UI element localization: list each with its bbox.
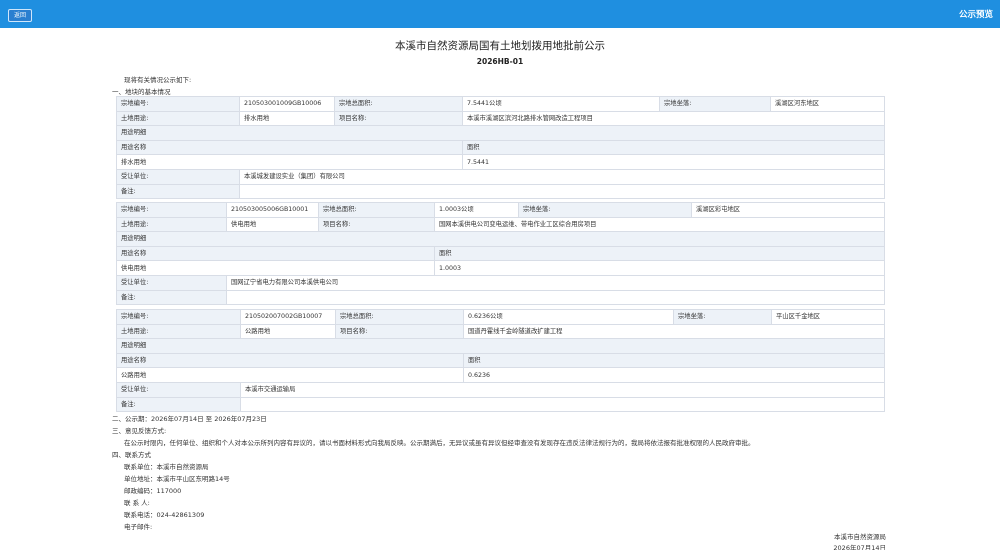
preview-title: 公示预览	[958, 10, 993, 20]
remark-label: 备注:	[116, 396, 241, 413]
section-heading-4: 四、联系方式	[112, 451, 151, 459]
announcement-page: 本溪市自然资源局国有土地划拨用地批前公示 2026HB-01 现将有关情况公示如…	[0, 28, 1000, 550]
use-detail-header: 用途明细	[116, 231, 885, 247]
contact-postcode: 邮政编码：117000	[124, 487, 182, 495]
holder-value: 本溪市交通运输局	[240, 381, 885, 398]
use-value: 供电用地	[226, 216, 319, 233]
project-label: 项目名称:	[334, 110, 463, 127]
remark-label: 备注:	[116, 289, 227, 306]
holder-label: 受让单位:	[116, 381, 241, 398]
holder-value: 本溪城发建设实业（集团）有限公司	[239, 168, 885, 185]
project-value: 国道丹霍线千金岭隧道改扩建工程	[463, 323, 885, 340]
area-label: 宗地总面积:	[318, 202, 435, 218]
document-number: 2026HB-01	[476, 57, 524, 66]
detail-area: 7.5441	[462, 154, 885, 170]
contact-unit: 联系单位：本溪市自然资源局	[124, 463, 209, 471]
holder-value: 国网辽宁省电力有限公司本溪供电公司	[226, 274, 885, 291]
document-title: 本溪市自然资源局国有土地划拨用地批前公示	[395, 40, 605, 52]
area-value: 7.5441公顷	[462, 96, 660, 112]
holder-label: 受让单位:	[116, 168, 240, 185]
contact-person: 联 系 人:	[124, 499, 150, 507]
footer-org: 本溪市自然资源局	[834, 533, 886, 541]
intro-text: 现将有关情况公示如下:	[124, 76, 192, 84]
location-label: 宗地坐落:	[659, 96, 771, 112]
holder-label: 受让单位:	[116, 274, 227, 291]
code-label: 宗地编号:	[116, 309, 241, 325]
code-value: 210503005006GB10001	[226, 202, 319, 218]
area-value: 0.6236公顷	[463, 309, 674, 325]
remark-label: 备注:	[116, 183, 240, 200]
area-header: 面积	[434, 245, 885, 262]
use-value: 公路用地	[240, 323, 336, 340]
area-label: 宗地总面积:	[334, 96, 463, 112]
location-value: 溪湖区彩屯地区	[691, 202, 885, 218]
use-detail-header: 用途明细	[116, 338, 885, 354]
area-header: 面积	[462, 139, 885, 156]
contact-email: 电子邮件:	[124, 523, 153, 531]
section-heading-1: 一、地块的基本情况	[112, 88, 171, 96]
code-label: 宗地编号:	[116, 202, 227, 218]
use-name-header: 用途名称	[116, 139, 463, 156]
use-label: 土地用途:	[116, 110, 240, 127]
section-heading-2: 二、公示期：2026年07月14日 至 2026年07月23日	[112, 415, 267, 423]
location-label: 宗地坐落:	[673, 309, 772, 325]
remark-value	[240, 396, 885, 413]
top-bar: 返回 公示预览	[0, 0, 1000, 28]
parcel-table-3: 宗地编号: 210502007002GB10007 宗地总面积: 0.6236公…	[116, 309, 885, 413]
use-label: 土地用途:	[116, 216, 227, 233]
detail-area: 0.6236	[463, 367, 885, 383]
remark-value	[239, 183, 885, 200]
detail-use-name: 供电用地	[116, 260, 435, 276]
footer-date: 2026年07月14日	[833, 544, 886, 550]
detail-use-name: 排水用地	[116, 154, 463, 170]
area-label: 宗地总面积:	[335, 309, 464, 325]
project-label: 项目名称:	[335, 323, 464, 340]
use-name-header: 用途名称	[116, 245, 435, 262]
section-heading-3: 三、意见反馈方式:	[112, 427, 167, 435]
back-button[interactable]: 返回	[8, 9, 33, 22]
project-value: 国网本溪供电公司变电运维、带电作业工区综合用房项目	[434, 216, 885, 233]
area-value: 1.0003公顷	[434, 202, 519, 218]
detail-area: 1.0003	[434, 260, 885, 276]
area-header: 面积	[463, 352, 885, 369]
code-value: 210502007002GB10007	[240, 309, 336, 325]
use-name-header: 用途名称	[116, 352, 464, 369]
use-detail-header: 用途明细	[116, 125, 885, 141]
location-value: 平山区千金地区	[771, 309, 885, 325]
code-label: 宗地编号:	[116, 96, 240, 112]
remark-value	[226, 289, 885, 306]
parcel-table-1: 宗地编号: 210503001009GB10006 宗地总面积: 7.5441公…	[116, 96, 885, 200]
contact-phone: 联系电话：024-42861309	[124, 511, 205, 519]
use-label: 土地用途:	[116, 323, 241, 340]
project-value: 本溪市溪湖区滨河北路排水管网改造工程项目	[462, 110, 885, 127]
code-value: 210503001009GB10006	[239, 96, 335, 112]
detail-use-name: 公路用地	[116, 367, 464, 383]
contact-address: 单位地址：本溪市平山区东明路14号	[124, 475, 230, 483]
location-value: 溪湖区河东地区	[770, 96, 885, 112]
project-label: 项目名称:	[318, 216, 435, 233]
use-value: 排水用地	[239, 110, 335, 127]
parcel-table-2: 宗地编号: 210503005006GB10001 宗地总面积: 1.0003公…	[116, 202, 885, 306]
location-label: 宗地坐落:	[518, 202, 692, 218]
feedback-text: 在公示时限内，任何单位、组织和个人对本公示所列内容有异议的，请以书面材料形式向我…	[124, 439, 755, 447]
